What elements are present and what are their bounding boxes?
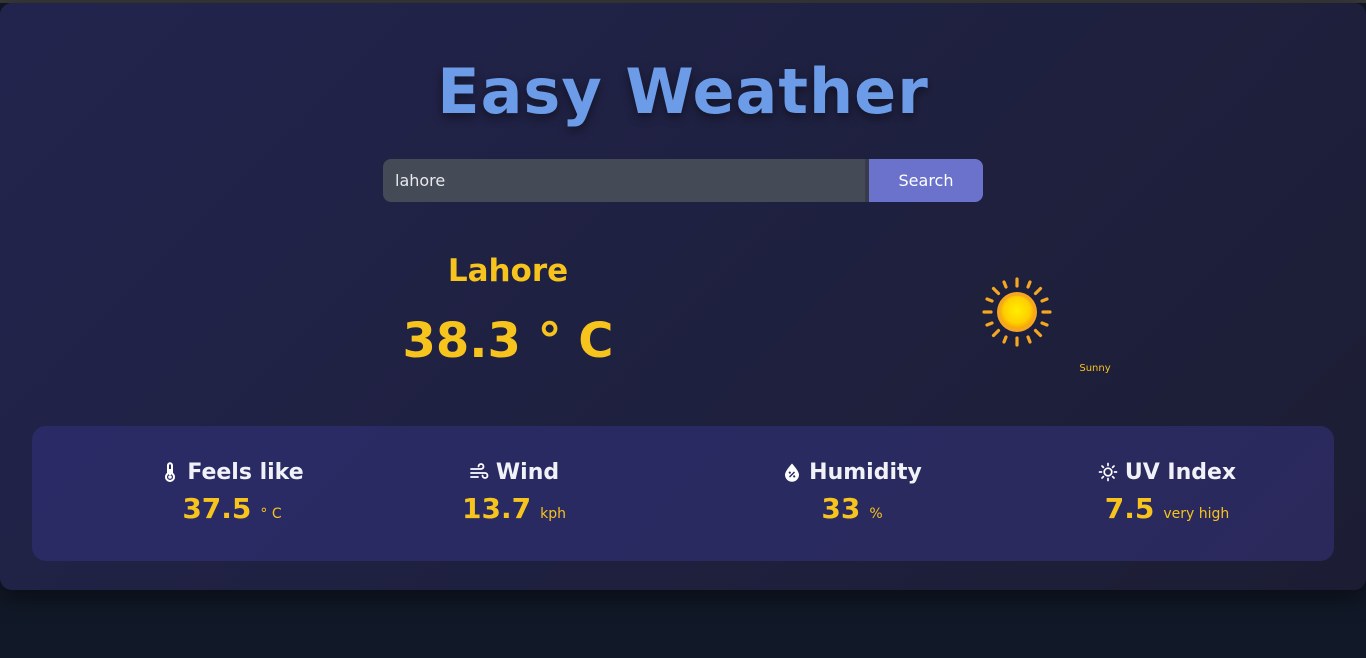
humidity-drop-icon [785, 463, 800, 482]
stat-value: 37.5 [182, 492, 252, 525]
city-search-input[interactable] [383, 159, 865, 202]
stat-value: 33 [821, 492, 861, 525]
current-temperature: 38.3 ° C [402, 313, 614, 369]
stat-feels-like: Feels like 37.5 ° C [82, 456, 382, 525]
uv-sun-icon [1098, 462, 1118, 482]
stat-label: UV Index [1124, 459, 1237, 485]
stat-humidity: Humidity 33 % [702, 456, 1002, 525]
stat-unit: kph [540, 506, 566, 522]
weather-card: Easy Weather Search Lahore 38.3 ° C [0, 3, 1366, 590]
stat-uv-index: UV Index 7.5 very high [1017, 456, 1317, 525]
stat-wind: Wind 13.7 kph [364, 456, 664, 526]
stat-label: Humidity [809, 459, 922, 485]
city-name: Lahore [447, 253, 569, 289]
stat-label: Feels like [187, 459, 304, 485]
condition-text: Sunny [1079, 363, 1111, 374]
sun-icon [982, 277, 1052, 347]
stat-value: 7.5 [1104, 492, 1155, 525]
weather-stats-panel: Feels like 37.5 ° C Wind 13.7 kph Humidi… [32, 426, 1334, 561]
stat-unit: ° C [260, 506, 282, 522]
stat-unit: very high [1163, 506, 1230, 522]
search-button[interactable]: Search [869, 159, 983, 202]
stat-value: 13.7 [462, 492, 532, 525]
stat-unit: % [869, 506, 883, 522]
thermometer-icon [165, 462, 176, 482]
app-title: Easy Weather [437, 55, 929, 128]
wind-icon [469, 463, 489, 479]
stat-label: Wind [495, 459, 560, 485]
